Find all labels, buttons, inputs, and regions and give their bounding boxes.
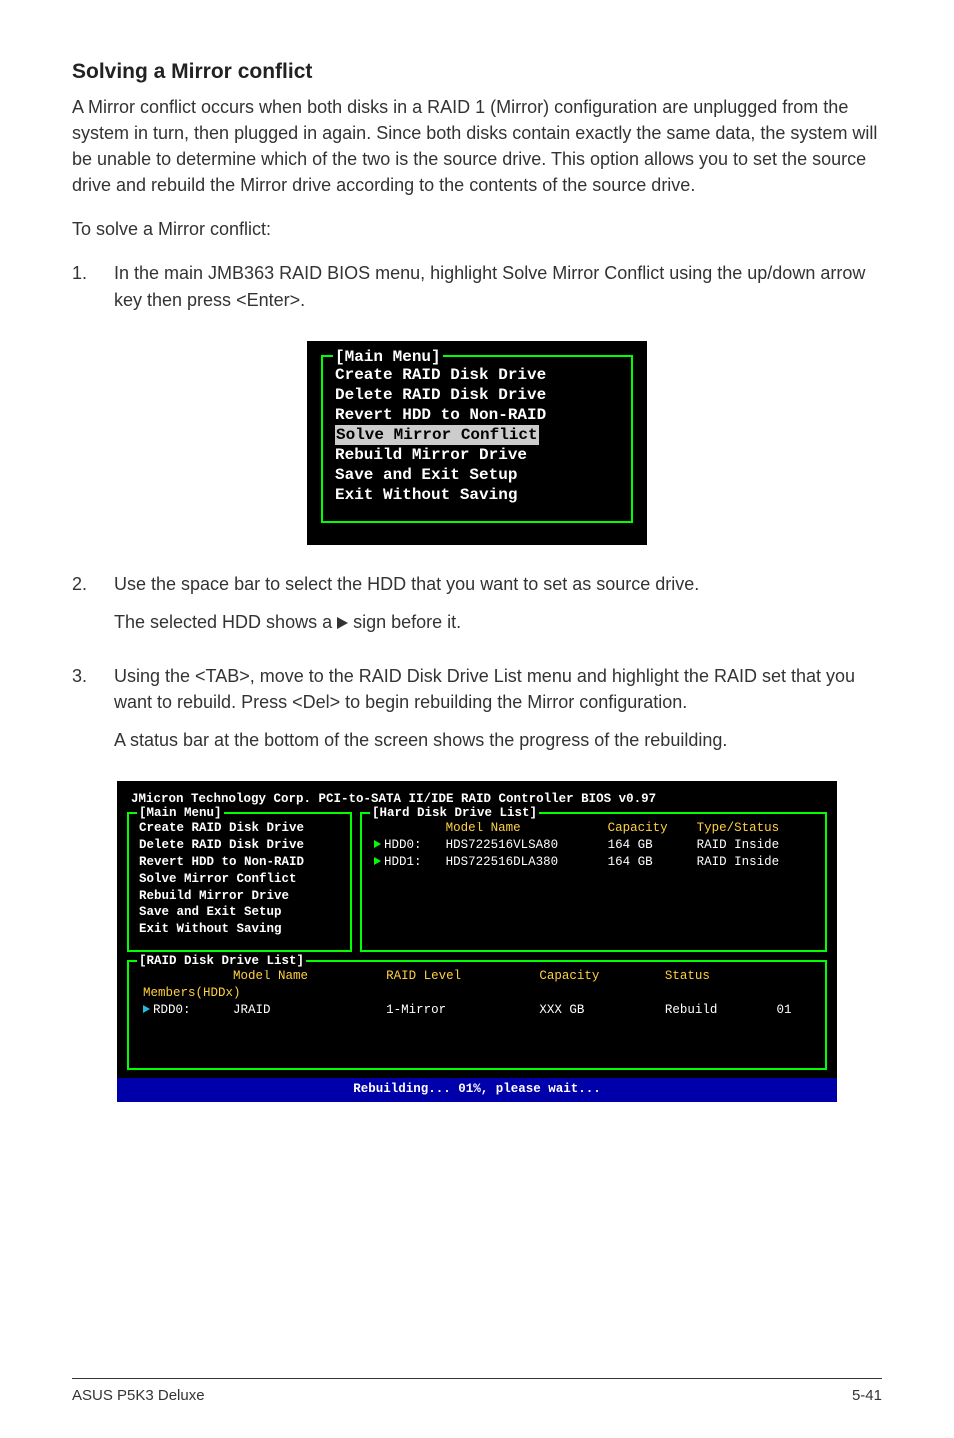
mainmenu-item-4: Rebuild Mirror Drive (139, 888, 340, 905)
bios-small-title: [Main Menu] (333, 347, 443, 367)
hdd-header-row: Model Name Capacity Type/Status (372, 820, 815, 837)
step-1-number: 1. (72, 260, 114, 324)
hdd-hdr-capacity: Capacity (606, 820, 695, 837)
footer-right: 5-41 (852, 1387, 882, 1404)
bios-small-item-6: Exit Without Saving (335, 485, 619, 505)
bios-raidlist-title: [RAID Disk Drive List] (137, 953, 306, 970)
bios-small-screenshot: [Main Menu] Create RAID Disk Drive Delet… (307, 341, 647, 545)
bios-small-item-4: Rebuild Mirror Drive (335, 445, 619, 465)
step-3-text: Using the <TAB>, move to the RAID Disk D… (114, 663, 882, 715)
raid-hdr-status: Status (661, 968, 773, 985)
step-1: 1. In the main JMB363 RAID BIOS menu, hi… (72, 260, 882, 324)
mainmenu-item-5: Save and Exit Setup (139, 904, 340, 921)
step-2-text-a: Use the space bar to select the HDD that… (114, 571, 882, 597)
bios-small-item-2: Revert HDD to Non-RAID (335, 405, 619, 425)
mainmenu-item-2: Revert HDD to Non-RAID (139, 854, 340, 871)
bios-hddlist-title: [Hard Disk Drive List] (370, 805, 539, 822)
footer-left: ASUS P5K3 Deluxe (72, 1387, 205, 1404)
hdd-hdr-type: Type/Status (695, 820, 815, 837)
section-heading: Solving a Mirror conflict (72, 60, 882, 84)
intro-paragraph: A Mirror conflict occurs when both disks… (72, 94, 882, 198)
lead-line: To solve a Mirror conflict: (72, 216, 882, 242)
triangle-icon (143, 1005, 150, 1013)
step-2-text-b: The selected HDD shows a sign before it. (114, 609, 882, 635)
raid-members-label: Members(HDDx) (139, 985, 815, 1002)
raid-header-row: Model Name RAID Level Capacity Status (139, 968, 815, 985)
raid-hdr-level: RAID Level (382, 968, 535, 985)
step-2-number: 2. (72, 571, 114, 647)
raid-hdr-model: Model Name (229, 968, 382, 985)
triangle-icon (374, 840, 381, 848)
bios-hddlist-box: [Hard Disk Drive List] Model Name Capaci… (360, 812, 827, 952)
mainmenu-item-3: Solve Mirror Conflict (139, 871, 340, 888)
mainmenu-item-1: Delete RAID Disk Drive (139, 837, 340, 854)
hdd-row-1: HDD1: HDS722516DLA380 164 GB RAID Inside (372, 854, 815, 871)
bios-small-item-1: Delete RAID Disk Drive (335, 385, 619, 405)
step-3-number: 3. (72, 663, 114, 765)
triangle-icon (337, 617, 348, 629)
bios-small-item-0: Create RAID Disk Drive (335, 365, 619, 385)
bios-mainmenu-box: [Main Menu] Create RAID Disk Drive Delet… (127, 812, 352, 952)
raid-row-0: RDD0: JRAID 1-Mirror XXX GB Rebuild 01 (139, 1002, 815, 1019)
hdd-row-0: HDD0: HDS722516VLSA80 164 GB RAID Inside (372, 837, 815, 854)
bios-large-screenshot: JMicron Technology Corp. PCI-to-SATA II/… (117, 781, 837, 1102)
bios-status-bar: Rebuilding... 01%, please wait... (117, 1078, 837, 1102)
step-1-text: In the main JMB363 RAID BIOS menu, highl… (114, 260, 882, 312)
page-footer: ASUS P5K3 Deluxe 5-41 (72, 1378, 882, 1404)
bios-raidlist-box: [RAID Disk Drive List] Model Name RAID L… (127, 960, 827, 1070)
step-2: 2. Use the space bar to select the HDD t… (72, 571, 882, 647)
bios-small-item-3: Solve Mirror Conflict (335, 425, 619, 445)
hdd-hdr-model: Model Name (444, 820, 606, 837)
triangle-icon (374, 857, 381, 865)
raid-members-row: Members(HDDx) (139, 985, 815, 1002)
bios-small-item-5: Save and Exit Setup (335, 465, 619, 485)
raid-hdr-capacity: Capacity (535, 968, 661, 985)
step-3-note: A status bar at the bottom of the screen… (114, 727, 882, 753)
mainmenu-item-0: Create RAID Disk Drive (139, 820, 340, 837)
bios-mainmenu-title: [Main Menu] (137, 805, 224, 822)
step-3: 3. Using the <TAB>, move to the RAID Dis… (72, 663, 882, 765)
mainmenu-item-6: Exit Without Saving (139, 921, 340, 938)
